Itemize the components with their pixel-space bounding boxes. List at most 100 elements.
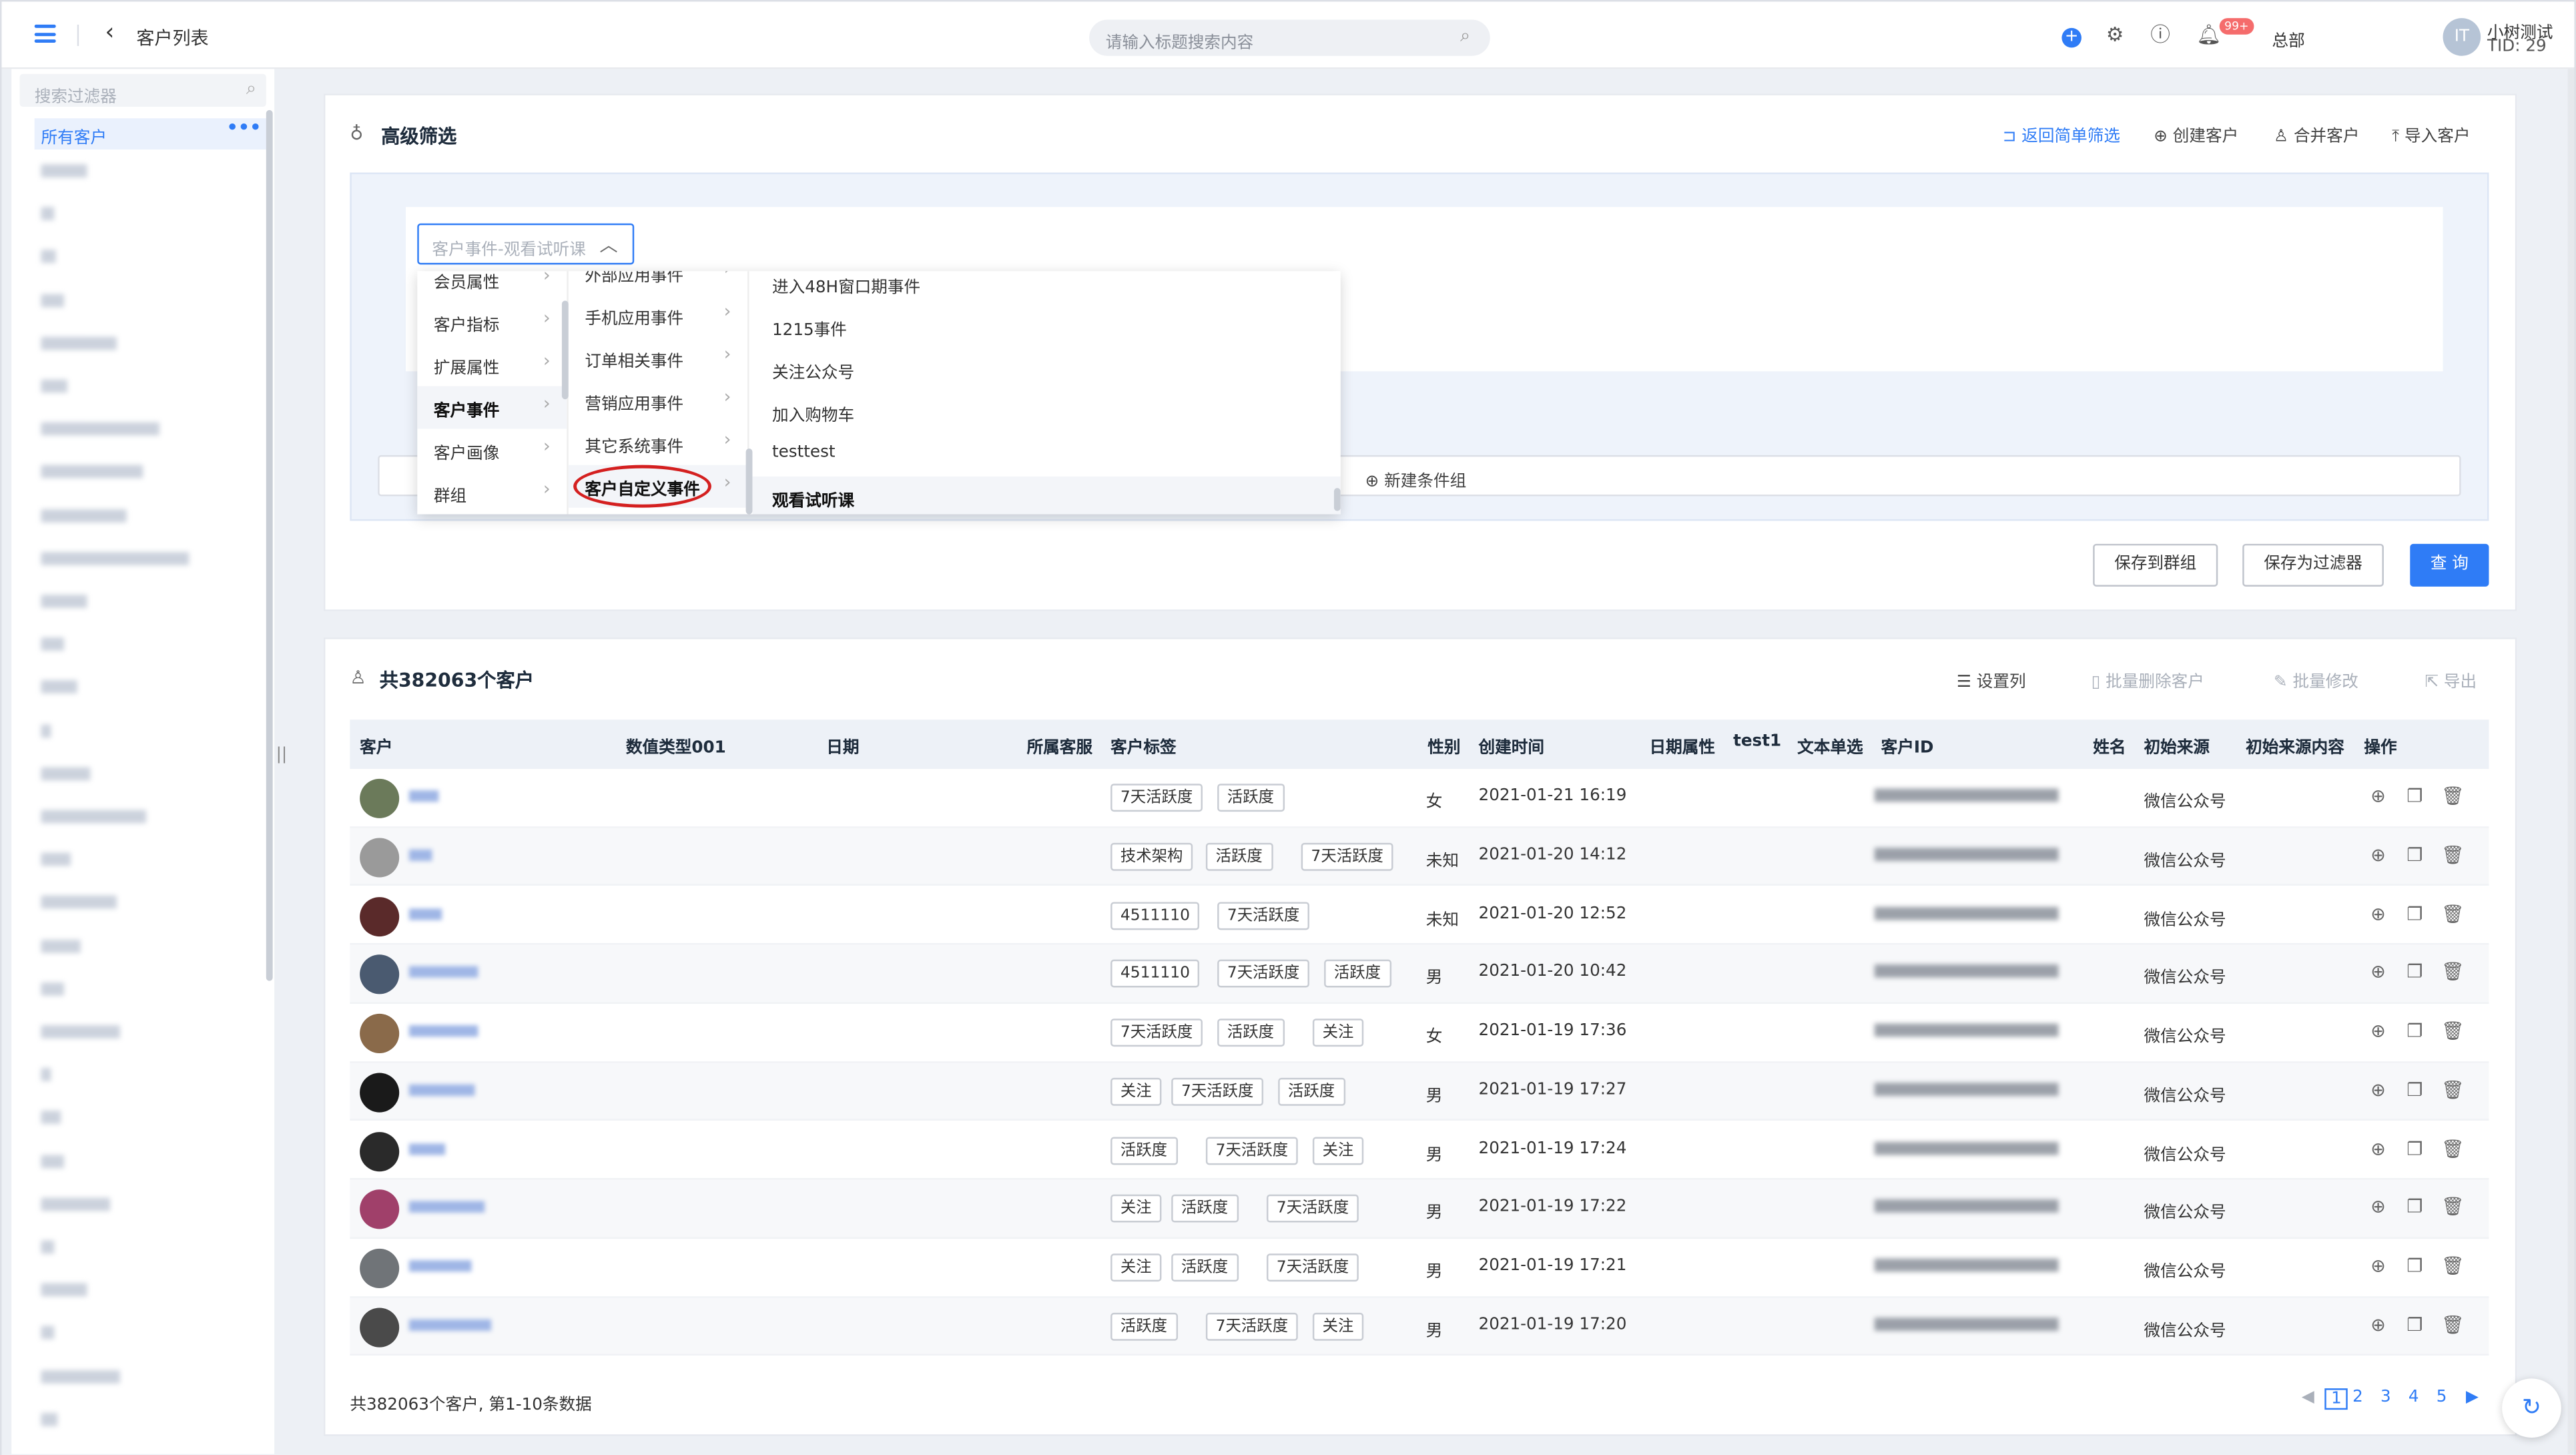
customer-name[interactable] (408, 908, 442, 920)
copy-icon[interactable]: ❐ (2406, 1197, 2423, 1218)
add-icon[interactable]: ⊕ (2370, 1314, 2386, 1336)
cascader-item[interactable]: 外部应用事件 › (569, 271, 747, 294)
column-header[interactable]: test1 (1733, 733, 1781, 751)
condition-field-select[interactable]: 客户事件-观看试听课 ︿ (417, 223, 635, 265)
add-icon[interactable]: ⊕ (2370, 1255, 2386, 1277)
cascader-scrollbar[interactable] (1333, 488, 1341, 511)
copy-icon[interactable]: ❐ (2406, 1021, 2423, 1042)
sidebar-filter-item[interactable] (41, 1197, 110, 1211)
copy-icon[interactable]: ❐ (2406, 1079, 2423, 1101)
menu-icon[interactable] (34, 24, 56, 43)
sidebar-filter-item[interactable] (41, 509, 127, 522)
help-icon[interactable]: ⓘ (2150, 23, 2170, 45)
sidebar-filter-item[interactable] (41, 293, 65, 307)
prev-page-icon[interactable]: ◀ (2302, 1388, 2314, 1406)
column-header[interactable]: 日期 (826, 733, 859, 758)
search-icon[interactable]: ⌕ (1460, 25, 1470, 47)
sidebar-filter-item[interactable] (41, 637, 65, 651)
cascader-scrollbar[interactable] (745, 449, 753, 515)
sidebar-filter-item[interactable] (41, 164, 87, 178)
page-1-button[interactable]: 1 (2324, 1388, 2348, 1410)
trash-icon[interactable]: 🗑︎ (2441, 962, 2464, 983)
gear-icon[interactable]: ⚙ (2106, 23, 2124, 45)
sidebar-filter-item[interactable] (41, 465, 143, 479)
customer-name[interactable] (408, 1084, 475, 1096)
sidebar-filter-item[interactable] (41, 1025, 120, 1039)
copy-icon[interactable]: ❐ (2406, 1255, 2423, 1277)
customer-avatar[interactable] (360, 1189, 400, 1229)
more-icon[interactable]: ••• (226, 117, 261, 138)
column-settings-button[interactable]: ☰ 设置列 (1957, 667, 2026, 691)
customer-avatar[interactable] (360, 1307, 400, 1347)
cascader-scrollbar[interactable] (561, 300, 569, 400)
sidebar-filter-item[interactable] (41, 939, 81, 952)
next-page-icon[interactable]: ▶ (2466, 1388, 2479, 1406)
table-row[interactable]: 关注 7天活跃度 活跃度 男 2021-01-19 17:27 微信公众号 ⊕ ❐ 🗑︎ (350, 1063, 2489, 1121)
copy-icon[interactable]: ❐ (2406, 844, 2423, 866)
add-icon[interactable]: ⊕ (2370, 844, 2386, 866)
sidebar-filter-item[interactable] (41, 681, 77, 694)
customer-name[interactable] (408, 1143, 446, 1155)
add-icon[interactable]: ⊕ (2370, 962, 2386, 983)
cascader-item[interactable]: 关注公众号 (752, 348, 1340, 391)
org-switch[interactable]: 总部 (2272, 26, 2305, 51)
copy-icon[interactable]: ❐ (2406, 962, 2423, 983)
copy-icon[interactable]: ❐ (2406, 903, 2423, 924)
sidebar-filter-item[interactable] (41, 810, 147, 824)
filter-search-input[interactable]: 搜索过滤器 ⌕ (19, 73, 266, 107)
table-row[interactable]: 关注 活跃度 7天活跃度 男 2021-01-19 17:21 微信公众号 ⊕ ❐ 🗑︎ (350, 1239, 2489, 1297)
trash-icon[interactable]: 🗑︎ (2441, 1255, 2464, 1277)
cascader-item[interactable]: 客户事件 › (417, 386, 567, 429)
bell-icon[interactable]: 🔔︎ (2196, 23, 2222, 45)
column-header[interactable]: 客户 (360, 733, 392, 758)
sidebar-filter-item[interactable] (41, 1154, 65, 1168)
page-4-button[interactable]: 4 (2408, 1388, 2419, 1406)
table-row[interactable]: 4511110 7天活跃度 活跃度 男 2021-01-20 10:42 微信公众号 ⊕ ❐ 🗑… (350, 945, 2489, 1004)
customer-name[interactable] (408, 1201, 485, 1213)
search-icon[interactable]: ⌕ (246, 77, 256, 100)
cascader-item[interactable]: 1215事件 (752, 306, 1340, 348)
collapse-handle-icon[interactable]: || (276, 746, 288, 764)
column-header[interactable]: 客户ID (1881, 733, 1934, 758)
table-row[interactable]: 7天活跃度 活跃度 女 2021-01-21 16:19 微信公众号 ⊕ ❐ 🗑︎ (350, 769, 2489, 828)
trash-icon[interactable]: 🗑︎ (2441, 903, 2464, 924)
copy-icon[interactable]: ❐ (2406, 786, 2423, 807)
copy-icon[interactable]: ❐ (2406, 1314, 2423, 1336)
column-header[interactable]: 日期属性 (1650, 733, 1715, 758)
customer-name[interactable] (408, 790, 439, 802)
batch-delete-button[interactable]: ▯ 批量删除客户 (2091, 667, 2204, 691)
sidebar-filter-item[interactable] (41, 551, 190, 565)
trash-icon[interactable]: 🗑︎ (2441, 1138, 2464, 1159)
column-header[interactable]: 数值类型001 (626, 733, 726, 758)
column-header[interactable]: 性别 (1427, 733, 1460, 758)
customer-name[interactable] (408, 966, 478, 978)
trash-icon[interactable]: 🗑︎ (2441, 844, 2464, 866)
customer-avatar[interactable] (360, 954, 400, 994)
customer-avatar[interactable] (360, 837, 400, 877)
back-simple-filter-button[interactable]: ⊐ 返回简单筛选 (2003, 121, 2120, 146)
add-icon[interactable]: ⊕ (2370, 786, 2386, 807)
trash-icon[interactable]: 🗑︎ (2441, 1079, 2464, 1101)
sidebar-filter-item[interactable] (41, 336, 117, 350)
refresh-icon[interactable]: ↻ (2502, 1378, 2561, 1438)
sidebar-filter-item[interactable] (41, 1412, 58, 1426)
customer-name[interactable] (408, 1319, 492, 1331)
customer-avatar[interactable] (360, 1072, 400, 1112)
sidebar-item-all-customers[interactable]: 所有客户 ••• (34, 117, 268, 150)
customer-avatar[interactable] (360, 778, 400, 818)
trash-icon[interactable]: 🗑︎ (2441, 1314, 2464, 1336)
sidebar-filter-item[interactable] (41, 723, 51, 738)
column-header[interactable]: 初始来源 (2144, 733, 2210, 758)
column-header[interactable]: 文本单选 (1797, 733, 1863, 758)
customer-name[interactable] (408, 1025, 478, 1037)
back-icon[interactable]: ‹ (105, 20, 115, 46)
sidebar-filter-item[interactable] (41, 379, 67, 393)
global-search-input[interactable]: 请输入标题搜索内容 ⌕ (1089, 19, 1490, 56)
import-customer-button[interactable]: ⤒ 导入客户 (2392, 121, 2470, 146)
sidebar-filter-item[interactable] (41, 896, 117, 910)
cascader-item[interactable]: 订单相关事件 › (569, 337, 747, 380)
save-as-filter-button[interactable]: 保存为过滤器 (2242, 543, 2384, 587)
page-3-button[interactable]: 3 (2380, 1388, 2391, 1406)
sidebar-filter-item[interactable] (41, 1283, 87, 1297)
table-row[interactable]: 关注 活跃度 7天活跃度 男 2021-01-19 17:22 微信公众号 ⊕ ❐ 🗑︎ (350, 1180, 2489, 1239)
